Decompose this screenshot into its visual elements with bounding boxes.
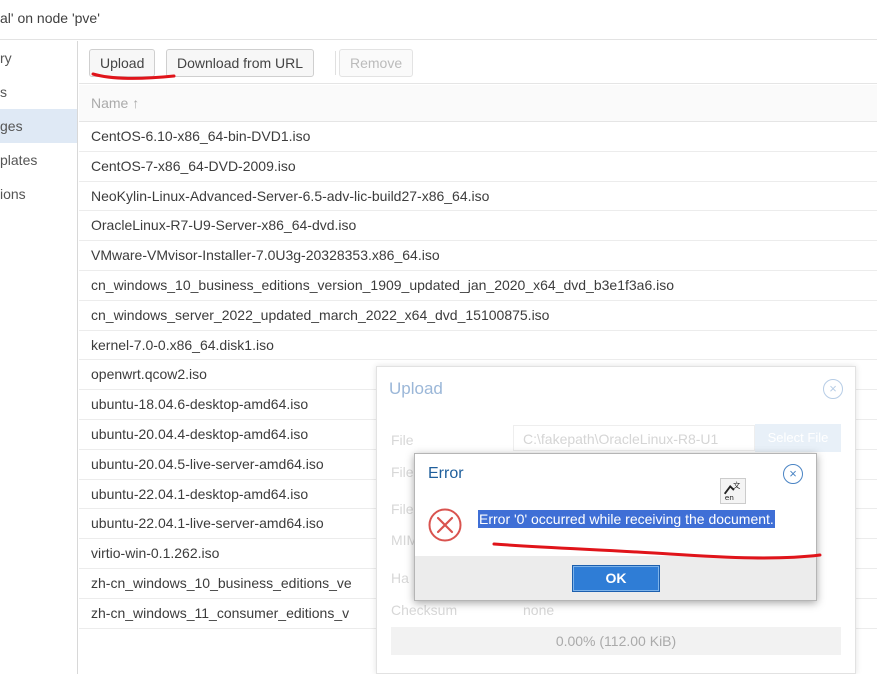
error-close-icon[interactable]: × bbox=[783, 464, 803, 484]
upload-window-title: Upload bbox=[389, 379, 443, 398]
remove-button[interactable]: Remove bbox=[339, 49, 414, 77]
upload-progress-bar: 0.00% (112.00 KiB) bbox=[391, 627, 841, 655]
table-row[interactable]: NeoKylin-Linux-Advanced-Server-6.5-adv-l… bbox=[79, 182, 877, 212]
sidebar-item-backups[interactable]: s bbox=[0, 75, 77, 109]
upload-file-label: File bbox=[391, 432, 414, 448]
table-row[interactable]: CentOS-7-x86_64-DVD-2009.iso bbox=[79, 152, 877, 182]
error-message: Error '0' occurred while receiving the d… bbox=[478, 510, 775, 528]
table-row[interactable]: CentOS-6.10-x86_64-bin-DVD1.iso bbox=[79, 122, 877, 152]
table-row[interactable]: cn_windows_10_business_editions_version_… bbox=[79, 271, 877, 301]
ok-button[interactable]: OK bbox=[572, 565, 660, 592]
upload-filename-label: File bbox=[391, 464, 414, 480]
sidebar-item-iso-images[interactable]: ges bbox=[0, 109, 77, 143]
panel-title: al' on node 'pve' bbox=[0, 0, 877, 40]
svg-text:en: en bbox=[725, 493, 735, 502]
table-row[interactable]: VMware-VMvisor-Installer-7.0U3g-20328353… bbox=[79, 241, 877, 271]
translate-icon[interactable]: 文 en bbox=[720, 478, 746, 504]
toolbar-separator bbox=[335, 51, 336, 75]
error-dialog-title: Error bbox=[415, 454, 816, 494]
upload-progress-text: 0.00% (112.00 KiB) bbox=[555, 633, 677, 649]
error-dialog: Error × Error '0' occurred while receivi… bbox=[414, 453, 817, 601]
sidebar-item-summary[interactable]: ry bbox=[0, 41, 77, 75]
sidebar-item-permissions[interactable]: ions bbox=[0, 177, 77, 211]
table-row[interactable]: cn_windows_server_2022_updated_march_202… bbox=[79, 301, 877, 331]
svg-text:文: 文 bbox=[733, 481, 741, 490]
column-header-name[interactable]: Name ↑ bbox=[79, 85, 877, 122]
upload-checksum-value: none bbox=[523, 602, 555, 618]
error-icon bbox=[428, 508, 462, 542]
upload-checksum-label: Checksum bbox=[391, 602, 458, 618]
error-dialog-footer: OK bbox=[415, 556, 816, 600]
upload-hash-label: Ha bbox=[391, 570, 409, 586]
select-file-button[interactable]: Select File bbox=[755, 424, 841, 452]
upload-file-value: C:\fakepath\OracleLinux-R8-U1 bbox=[523, 431, 719, 447]
upload-filesize-label: File bbox=[391, 501, 414, 517]
table-row[interactable]: kernel-7.0-0.x86_64.disk1.iso bbox=[79, 331, 877, 361]
storage-sidebar: ry s ges plates ions bbox=[0, 41, 78, 674]
panel-title-text: al' on node 'pve' bbox=[0, 10, 100, 26]
table-row[interactable]: OracleLinux-R7-U9-Server-x86_64-dvd.iso bbox=[79, 211, 877, 242]
upload-button[interactable]: Upload bbox=[89, 49, 156, 77]
download-from-url-button[interactable]: Download from URL bbox=[166, 49, 315, 77]
upload-close-icon[interactable]: × bbox=[823, 379, 843, 399]
sidebar-item-ct-templates[interactable]: plates bbox=[0, 143, 77, 177]
error-dialog-body: Error '0' occurred while receiving the d… bbox=[415, 494, 816, 556]
toolbar: Upload Download from URL Remove bbox=[79, 41, 877, 84]
